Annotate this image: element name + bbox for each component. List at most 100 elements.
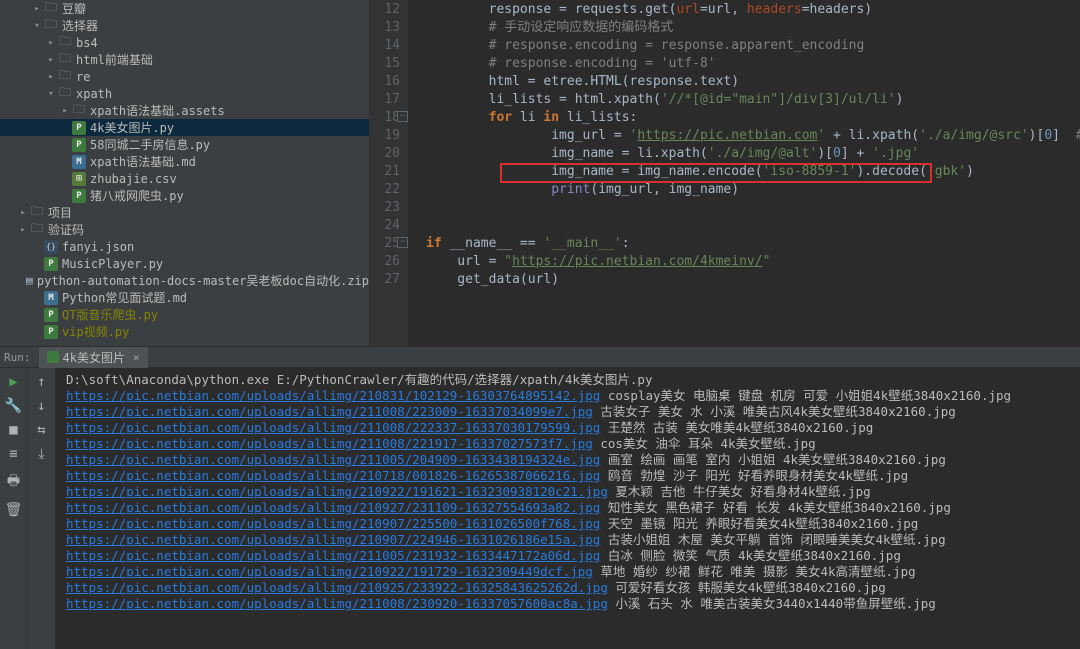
tree-item-label: 4k美女图片.py [90,119,174,136]
tree-item[interactable]: xpath语法基础.assets [0,102,369,119]
code-line[interactable]: url = "https://pic.netbian.com/4kmeinv/" [426,253,1080,271]
console-link[interactable]: https://pic.netbian.com/uploads/allimg/2… [66,388,600,403]
console-link[interactable]: https://pic.netbian.com/uploads/allimg/2… [66,404,593,419]
console-link[interactable]: https://pic.netbian.com/uploads/allimg/2… [66,452,600,467]
code-line[interactable]: if __name__ == '__main__': [426,235,1080,253]
chevron-icon[interactable] [18,225,28,235]
debug-icon[interactable]: 🔧 [5,398,22,414]
console-link[interactable]: https://pic.netbian.com/uploads/allimg/2… [66,468,600,483]
code-line[interactable]: response = requests.get(url=url, headers… [426,1,1080,19]
console-link[interactable]: https://pic.netbian.com/uploads/allimg/2… [66,500,600,515]
tree-item[interactable]: Python常见面试题.md [0,289,369,306]
scroll-icon[interactable]: ⤓ [38,446,44,462]
console-line: https://pic.netbian.com/uploads/allimg/2… [66,484,1080,500]
py-icon [44,257,58,271]
tree-item[interactable]: html前端基础 [0,51,369,68]
chevron-icon[interactable] [32,4,42,14]
tree-item-label: 项目 [48,204,72,221]
chevron-icon[interactable] [46,72,56,82]
tree-item-label: zhubajie.csv [90,172,177,186]
tree-item[interactable]: re [0,68,369,85]
code-line[interactable]: img_name = img_name.encode('iso-8859-1')… [426,163,1080,181]
console-link[interactable]: https://pic.netbian.com/uploads/allimg/2… [66,436,593,451]
chevron-icon[interactable] [46,89,56,99]
print-icon[interactable]: 🖶 [7,470,20,494]
trash-icon[interactable]: 🗑 [5,502,23,518]
layout-icon[interactable]: ≡ [9,446,17,462]
tree-item[interactable]: 项目 [0,204,369,221]
stop-icon[interactable]: ■ [9,422,17,438]
tree-item[interactable]: 58同城二手房信息.py [0,136,369,153]
tree-item[interactable]: 猪八戒网爬虫.py [0,187,369,204]
folder-icon [58,70,72,84]
console-line: https://pic.netbian.com/uploads/allimg/2… [66,388,1080,404]
code-editor[interactable]: 12131415161718192021222324252627 respons… [370,0,1080,346]
tree-item[interactable]: fanyi.json [0,238,369,255]
tree-item[interactable]: 4k美女图片.py [0,119,369,136]
wrap-icon[interactable]: ⇆ [37,422,45,438]
tree-item[interactable]: python-automation-docs-master吴老板doc自动化.z… [0,272,369,289]
folder-icon [30,206,44,220]
folder-icon [72,104,86,118]
csv-icon [72,172,86,186]
console-link[interactable]: https://pic.netbian.com/uploads/allimg/2… [66,564,593,579]
json-icon [44,240,58,254]
console-link[interactable]: https://pic.netbian.com/uploads/allimg/2… [66,548,600,563]
run-label: Run: [4,351,31,364]
tree-item[interactable]: xpath [0,85,369,102]
code-line[interactable]: # response.encoding = 'utf-8' [426,55,1080,73]
tree-item-label: Python常见面试题.md [62,289,187,306]
project-tree[interactable]: 豆瓣选择器bs4html前端基础rexpathxpath语法基础.assets4… [0,0,370,346]
tree-item[interactable]: bs4 [0,34,369,51]
md-icon [44,291,58,305]
code-line[interactable]: print(img_url, img_name) [426,181,1080,199]
py-icon [72,189,86,203]
tree-item[interactable]: 验证码 [0,221,369,238]
console-line: https://pic.netbian.com/uploads/allimg/2… [66,436,1080,452]
console-output[interactable]: D:\soft\Anaconda\python.exe E:/PythonCra… [56,368,1080,649]
code-line[interactable] [426,199,1080,217]
code-line[interactable]: # 手动设定响应数据的编码格式 [426,19,1080,37]
code-line[interactable]: li_lists = html.xpath('//*[@id="main"]/d… [426,91,1080,109]
tree-item[interactable]: 选择器 [0,17,369,34]
console-link[interactable]: https://pic.netbian.com/uploads/allimg/2… [66,596,608,611]
code-line[interactable]: # response.encoding = response.apparent_… [426,37,1080,55]
code-line[interactable] [426,217,1080,235]
tree-item-label: python-automation-docs-master吴老板doc自动化.z… [37,272,369,289]
run-tab[interactable]: 4k美女图片 × [39,347,148,368]
close-icon[interactable]: × [133,351,140,364]
code-line[interactable]: img_url = 'https://pic.netbian.com' + li… [426,127,1080,145]
tree-item[interactable]: QT版音乐爬虫.py [0,306,369,323]
console-line: https://pic.netbian.com/uploads/allimg/2… [66,452,1080,468]
code-line[interactable]: img_name = li.xpath('./a/img/@alt')[0] +… [426,145,1080,163]
down-arrow-icon[interactable]: ↓ [37,398,45,414]
chevron-icon[interactable] [46,55,56,65]
code-line[interactable]: html = etree.HTML(response.text) [426,73,1080,91]
tree-item[interactable]: MusicPlayer.py [0,255,369,272]
folder-icon [44,2,58,16]
code-line[interactable]: for li in li_lists: [426,109,1080,127]
console-line: https://pic.netbian.com/uploads/allimg/2… [66,564,1080,580]
code-line[interactable]: get_data(url) [426,271,1080,289]
console-line: https://pic.netbian.com/uploads/allimg/2… [66,420,1080,436]
console-line: https://pic.netbian.com/uploads/allimg/2… [66,500,1080,516]
editor-code[interactable]: response = requests.get(url=url, headers… [408,0,1080,346]
chevron-icon[interactable] [60,106,70,116]
chevron-icon[interactable] [46,38,56,48]
console-link[interactable]: https://pic.netbian.com/uploads/allimg/2… [66,420,600,435]
tree-item[interactable]: xpath语法基础.md [0,153,369,170]
chevron-icon[interactable] [32,21,42,31]
chevron-icon[interactable] [18,208,28,218]
console-link[interactable]: https://pic.netbian.com/uploads/allimg/2… [66,484,608,499]
console-link[interactable]: https://pic.netbian.com/uploads/allimg/2… [66,580,608,595]
tree-item-label: xpath [76,87,112,101]
tree-item-label: xpath语法基础.md [90,153,196,170]
tree-item-label: xpath语法基础.assets [90,102,225,119]
tree-item[interactable]: vip视频.py [0,323,369,340]
folder-icon [58,36,72,50]
rerun-icon[interactable]: ▶ [9,374,17,390]
tree-item[interactable]: zhubajie.csv [0,170,369,187]
console-link[interactable]: https://pic.netbian.com/uploads/allimg/2… [66,516,600,531]
console-link[interactable]: https://pic.netbian.com/uploads/allimg/2… [66,532,600,547]
up-arrow-icon[interactable]: ↑ [37,374,45,390]
